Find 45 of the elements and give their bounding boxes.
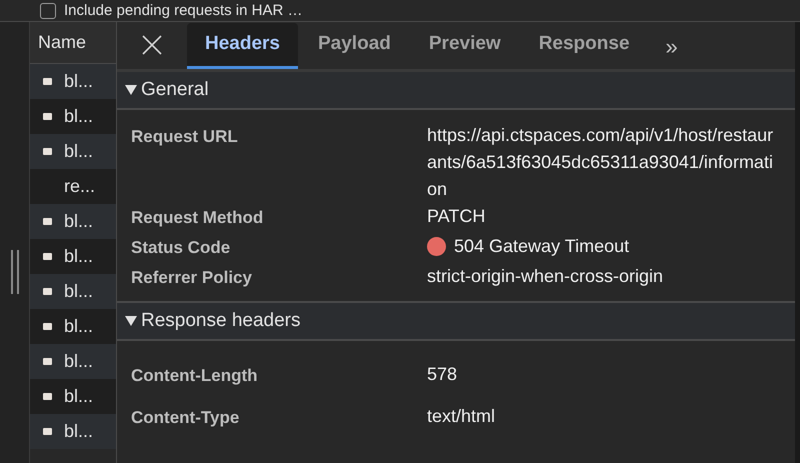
- header-name: Request Method: [131, 207, 264, 229]
- request-row[interactable]: bl...: [30, 344, 116, 379]
- header-value: 578: [427, 363, 458, 386]
- header-name: Request URL: [131, 126, 239, 148]
- request-row[interactable]: bl...: [30, 414, 116, 449]
- tab[interactable]: Response: [520, 23, 648, 69]
- header-name: Content-Type: [131, 407, 240, 429]
- request-row[interactable]: bl...: [30, 99, 116, 134]
- header-value: 504 Gateway Timeout: [454, 235, 630, 258]
- image-thumbnail-icon: [43, 113, 52, 120]
- header-value: text/html: [427, 405, 496, 428]
- request-row[interactable]: bl...: [30, 379, 116, 414]
- header-name: Content-Length: [131, 365, 259, 387]
- image-thumbnail-icon: [43, 393, 52, 400]
- request-row[interactable]: bl...: [30, 134, 116, 169]
- request-row[interactable]: bl...: [30, 309, 116, 344]
- image-thumbnail-icon: [43, 78, 52, 85]
- tab[interactable]: Headers: [187, 23, 298, 69]
- request-row[interactable]: re...: [30, 169, 116, 204]
- header-name: Referrer Policy: [131, 267, 253, 289]
- header-name: Status Code: [131, 237, 232, 259]
- header-value: PATCH: [427, 205, 486, 228]
- request-row[interactable]: bl...: [30, 239, 116, 274]
- image-thumbnail-icon: [43, 358, 52, 365]
- image-thumbnail-icon: [43, 253, 52, 260]
- image-thumbnail-icon: [43, 218, 52, 225]
- image-thumbnail-icon: [43, 323, 52, 330]
- header-value: strict-origin-when-cross-origin: [427, 265, 664, 288]
- request-row[interactable]: bl...: [30, 274, 116, 309]
- image-thumbnail-icon: [43, 288, 52, 295]
- tab[interactable]: Payload: [300, 23, 409, 69]
- section-header[interactable]: General: [117, 72, 795, 110]
- image-thumbnail-icon: [43, 148, 52, 155]
- tab[interactable]: Preview: [410, 23, 519, 69]
- header-value: https://api.ctspaces.com/api/v1/host/restaurants/6a513f63045dc65311a93041/information: [427, 124, 774, 201]
- section-header[interactable]: Response headers: [117, 303, 795, 341]
- request-row[interactable]: bl...: [30, 64, 116, 99]
- drag-handle-icon[interactable]: [10, 250, 20, 294]
- close-icon: [141, 34, 163, 56]
- image-thumbnail-icon: [43, 428, 52, 435]
- more-tabs-button[interactable]: »: [650, 23, 694, 69]
- column-header[interactable]: Name: [30, 22, 116, 64]
- option-label: Include pending requests in HAR …: [64, 0, 302, 20]
- checkbox[interactable]: [40, 2, 56, 18]
- request-row[interactable]: bl...: [30, 204, 116, 239]
